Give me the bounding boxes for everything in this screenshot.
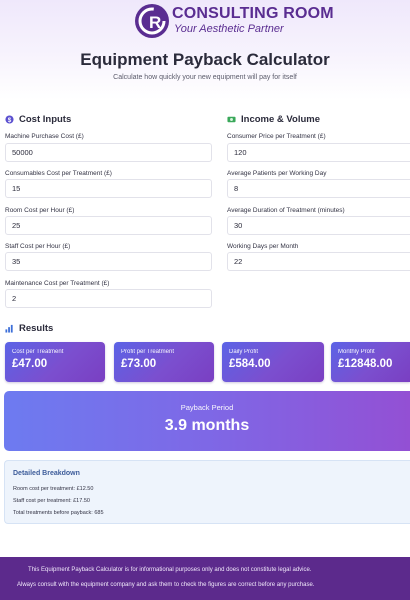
consumer-price-input[interactable]: 120 (227, 143, 410, 162)
income-volume-heading: Income & Volume (227, 114, 320, 125)
svg-text:R: R (149, 13, 161, 32)
cost-per-treatment-card: Cost per Treatment £47.00 (5, 342, 105, 382)
maintenance-cost-label: Maintenance Cost per Treatment (£) (5, 280, 110, 287)
breakdown-room-cost: Room cost per treatment: £12.50 (13, 486, 94, 492)
patients-per-day-label: Average Patients per Working Day (227, 170, 327, 177)
disclaimer-footer: This Equipment Payback Calculator is for… (0, 557, 410, 600)
page-title: Equipment Payback Calculator (80, 50, 330, 69)
detailed-breakdown: Detailed Breakdown Room cost per treatme… (4, 460, 410, 524)
treatment-duration-label: Average Duration of Treatment (minutes) (227, 207, 345, 214)
disclaimer-line-1: This Equipment Payback Calculator is for… (28, 567, 312, 573)
consumer-price-label: Consumer Price per Treatment (£) (227, 133, 326, 140)
working-days-label: Working Days per Month (227, 243, 299, 250)
svg-text:$: $ (8, 117, 12, 124)
brand-tagline: Your Aesthetic Partner (174, 23, 284, 35)
brand-name: CONSULTING ROOM (172, 5, 334, 22)
payback-period-value: 3.9 months (164, 417, 250, 434)
monthly-profit-card: Monthly Profit £12848.00 (331, 342, 410, 382)
card-label: Daily Profit (229, 349, 259, 355)
machine-cost-input[interactable]: 50000 (5, 143, 212, 162)
staff-cost-input[interactable]: 35 (5, 252, 212, 271)
brand-logo: R CONSULTING ROOM Your Aesthetic Partner (134, 2, 334, 40)
payback-period-panel: Payback Period 3.9 months (4, 391, 410, 451)
card-value: £12848.00 (338, 358, 393, 370)
card-label: Profit per Treatment (121, 349, 175, 355)
consumables-cost-label: Consumables Cost per Treatment (£) (5, 170, 112, 177)
income-volume-title: Income & Volume (241, 114, 321, 125)
money-icon (227, 116, 236, 123)
card-label: Monthly Profit (338, 349, 375, 355)
results-heading: Results (5, 323, 53, 334)
profit-per-treatment-card: Profit per Treatment £73.00 (114, 342, 214, 382)
card-value: £47.00 (12, 358, 48, 370)
treatment-duration-input[interactable]: 30 (227, 216, 410, 235)
card-value: £73.00 (121, 358, 157, 370)
card-value: £584.00 (229, 358, 271, 370)
working-days-input[interactable]: 22 (227, 252, 410, 271)
cost-inputs-heading: $ Cost Inputs (5, 114, 71, 125)
page-subtitle: Calculate how quickly your new equipment… (113, 74, 297, 81)
machine-cost-label: Machine Purchase Cost (£) (5, 133, 84, 140)
bar-chart-icon (5, 324, 13, 333)
payback-period-label: Payback Period (180, 403, 234, 412)
room-cost-input[interactable]: 25 (5, 216, 212, 235)
consumables-cost-input[interactable]: 15 (5, 179, 212, 198)
breakdown-staff-cost: Staff cost per treatment: £17.50 (13, 498, 90, 504)
disclaimer-line-2: Always consult with the equipment compan… (17, 582, 315, 588)
breakdown-total-treatments: Total treatments before payback: 685 (13, 510, 104, 516)
dollar-circle-icon: $ (5, 115, 14, 124)
cost-inputs-title: Cost Inputs (19, 114, 72, 125)
room-cost-label: Room Cost per Hour (£) (5, 207, 75, 214)
results-title: Results (19, 323, 54, 334)
patients-per-day-input[interactable]: 8 (227, 179, 410, 198)
consulting-room-logo-icon: R (135, 4, 169, 38)
card-label: Cost per Treatment (12, 349, 64, 355)
daily-profit-card: Daily Profit £584.00 (222, 342, 324, 382)
breakdown-title: Detailed Breakdown (13, 470, 80, 477)
staff-cost-label: Staff Cost per Hour (£) (5, 243, 71, 250)
maintenance-cost-input[interactable]: 2 (5, 289, 212, 308)
